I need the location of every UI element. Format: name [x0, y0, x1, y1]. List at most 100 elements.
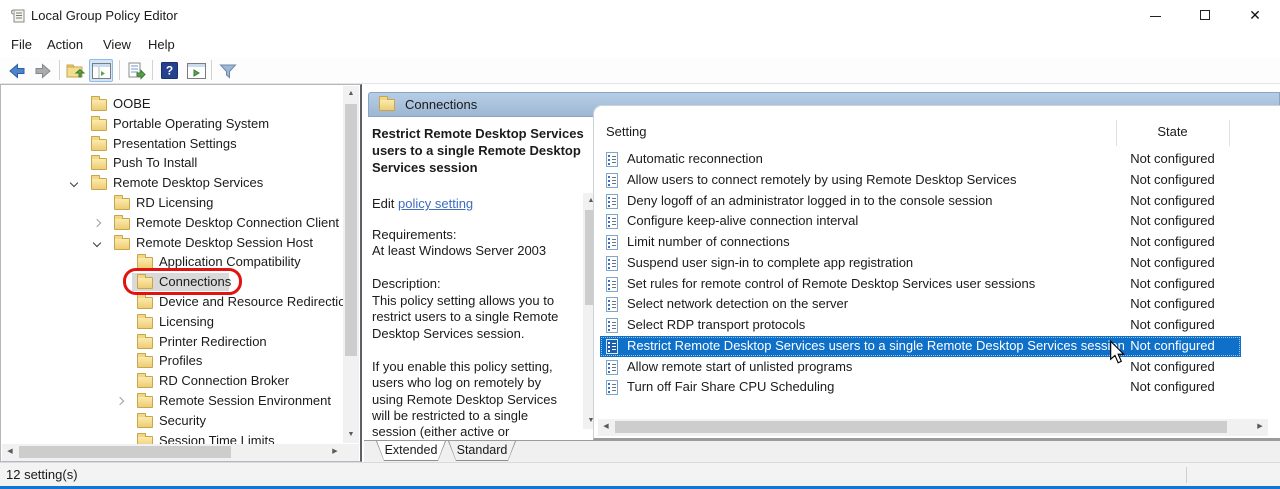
up-folder-icon	[65, 61, 85, 81]
tree-item-profiles[interactable]: Profiles	[1, 351, 341, 371]
setting-row[interactable]: Allow users to connect remotely by using…	[600, 170, 1241, 191]
show-window-button[interactable]	[184, 59, 208, 82]
setting-state: Not configured	[1116, 211, 1229, 232]
setting-row[interactable]: Deny logoff of an administrator logged i…	[600, 191, 1241, 212]
tree-hscroll-thumb[interactable]	[19, 446, 231, 458]
chevron-down-icon[interactable]	[93, 238, 101, 246]
setting-row[interactable]: Select network detection on the serverNo…	[600, 294, 1241, 315]
tree-item-label: RD Connection Broker	[159, 371, 289, 391]
policy-setting-icon	[606, 173, 618, 188]
tree-item-licensing[interactable]: Licensing	[1, 312, 341, 332]
tree-item-remote-desktop-services[interactable]: Remote Desktop Services	[1, 173, 341, 193]
tree-item-remote-desktop-session-host[interactable]: Remote Desktop Session Host	[1, 233, 341, 253]
help-button[interactable]: ?	[157, 59, 181, 82]
description-scrollbar[interactable]: ▲ ▼	[583, 193, 593, 429]
setting-row[interactable]: Set rules for remote control of Remote D…	[600, 274, 1241, 295]
column-header-setting[interactable]: Setting	[606, 124, 646, 139]
setting-row[interactable]: Limit number of connectionsNot configure…	[600, 232, 1241, 253]
column-header-state[interactable]: State	[1116, 124, 1229, 139]
scroll-down-icon[interactable]: ▼	[583, 413, 593, 429]
menu-item-action[interactable]: Action	[44, 32, 86, 57]
back-button[interactable]	[5, 59, 29, 82]
menu-item-help[interactable]: Help	[145, 32, 178, 57]
export-list-button[interactable]	[124, 59, 148, 82]
setting-name: Select RDP transport protocols	[627, 315, 805, 336]
minimize-icon	[1150, 16, 1161, 17]
tree-item-printer-redirection[interactable]: Printer Redirection	[1, 332, 341, 352]
chevron-right-icon[interactable]	[93, 219, 101, 227]
tree-item-label: Remote Desktop Session Host	[136, 233, 313, 253]
forward-button[interactable]	[31, 59, 55, 82]
tree-item-label: Connections	[159, 272, 231, 292]
description-scroll-thumb[interactable]	[585, 210, 593, 305]
tree-item-connections[interactable]: Connections	[1, 272, 341, 292]
setting-row[interactable]: Suspend user sign-in to complete app reg…	[600, 253, 1241, 274]
tab-standard[interactable]: Standard	[448, 441, 516, 461]
column-divider[interactable]	[1229, 120, 1230, 146]
setting-name: Limit number of connections	[627, 232, 790, 253]
policy-setting-icon	[606, 214, 618, 229]
svg-text:?: ?	[165, 64, 172, 78]
tab-standard-label: Standard	[449, 441, 515, 460]
close-icon: ✕	[1249, 0, 1261, 31]
tree-item-portable-operating-system[interactable]: Portable Operating System	[1, 114, 341, 134]
show-window-icon	[187, 63, 206, 79]
setting-name: Suspend user sign-in to complete app reg…	[627, 253, 913, 274]
scrollbar-corner	[343, 444, 359, 461]
minimize-button[interactable]	[1132, 0, 1178, 31]
tree-vertical-scrollbar[interactable]: ▲ ▼	[343, 86, 359, 443]
setting-name: Configure keep-alive connection interval	[627, 211, 858, 232]
pane-header-title: Connections	[405, 93, 477, 116]
setting-row-selected[interactable]: Restrict Remote Desktop Services users t…	[600, 336, 1241, 357]
up-one-level-button[interactable]	[63, 59, 87, 82]
tree-item-application-compatibility[interactable]: Application Compatibility	[1, 252, 341, 272]
folder-icon	[137, 396, 153, 408]
scroll-up-icon[interactable]: ▲	[583, 193, 593, 209]
menu-item-view[interactable]: View	[100, 32, 134, 57]
setting-row[interactable]: Select RDP transport protocolsNot config…	[600, 315, 1241, 336]
scroll-up-icon[interactable]: ▲	[343, 86, 359, 102]
tree-item-rd-connection-broker[interactable]: RD Connection Broker	[1, 371, 341, 391]
tree-horizontal-scrollbar[interactable]: ◀ ▶	[2, 444, 343, 461]
status-text: 12 setting(s)	[6, 463, 78, 486]
folder-icon	[114, 218, 130, 230]
tab-extended[interactable]: Extended	[376, 441, 446, 461]
tab-extended-label: Extended	[377, 441, 445, 460]
setting-row[interactable]: Configure keep-alive connection interval…	[600, 211, 1241, 232]
scroll-right-icon[interactable]: ▶	[327, 444, 343, 460]
folder-icon	[114, 198, 130, 210]
chevron-right-icon[interactable]	[116, 397, 124, 405]
list-horizontal-scrollbar[interactable]: ◀ ▶	[598, 419, 1268, 436]
tree-item-label: Printer Redirection	[159, 332, 267, 352]
scroll-right-icon[interactable]: ▶	[1252, 419, 1268, 435]
close-button[interactable]: ✕	[1232, 0, 1278, 31]
maximize-button[interactable]	[1182, 0, 1228, 31]
tree-item-push-to-install[interactable]: Push To Install	[1, 153, 341, 173]
menu-item-file[interactable]: File	[8, 32, 35, 57]
tree-item-rd-licensing[interactable]: RD Licensing	[1, 193, 341, 213]
setting-row[interactable]: Turn off Fair Share CPU SchedulingNot co…	[600, 377, 1241, 398]
tree-item-device-and-resource-redirection[interactable]: Device and Resource Redirection	[1, 292, 341, 312]
policy-setting-icon	[606, 380, 618, 395]
policy-setting-link[interactable]: policy setting	[398, 196, 473, 211]
scroll-left-icon[interactable]: ◀	[2, 444, 18, 460]
policy-setting-icon	[606, 152, 618, 167]
status-separator	[1186, 467, 1187, 483]
tree-item-security[interactable]: Security	[1, 411, 341, 431]
tree-item-remote-session-environment[interactable]: Remote Session Environment	[1, 391, 341, 411]
filter-button[interactable]	[216, 59, 240, 82]
tree-item-presentation-settings[interactable]: Presentation Settings	[1, 134, 341, 154]
tree-item-oobe[interactable]: OOBE	[1, 94, 341, 114]
setting-state: Not configured	[1116, 357, 1229, 378]
setting-row[interactable]: Allow remote start of unlisted programsN…	[600, 357, 1241, 378]
tree-item-remote-desktop-connection-client[interactable]: Remote Desktop Connection Client	[1, 213, 341, 233]
tree-vscroll-thumb[interactable]	[345, 104, 357, 356]
scroll-down-icon[interactable]: ▼	[343, 427, 359, 443]
column-divider[interactable]	[1116, 120, 1117, 146]
setting-name: Allow users to connect remotely by using…	[627, 170, 1016, 191]
scroll-left-icon[interactable]: ◀	[598, 419, 614, 435]
setting-row[interactable]: Automatic reconnectionNot configured	[600, 149, 1241, 170]
list-hscroll-thumb[interactable]	[615, 421, 1227, 433]
chevron-down-icon[interactable]	[70, 179, 78, 187]
show-console-tree-button[interactable]	[89, 59, 113, 82]
